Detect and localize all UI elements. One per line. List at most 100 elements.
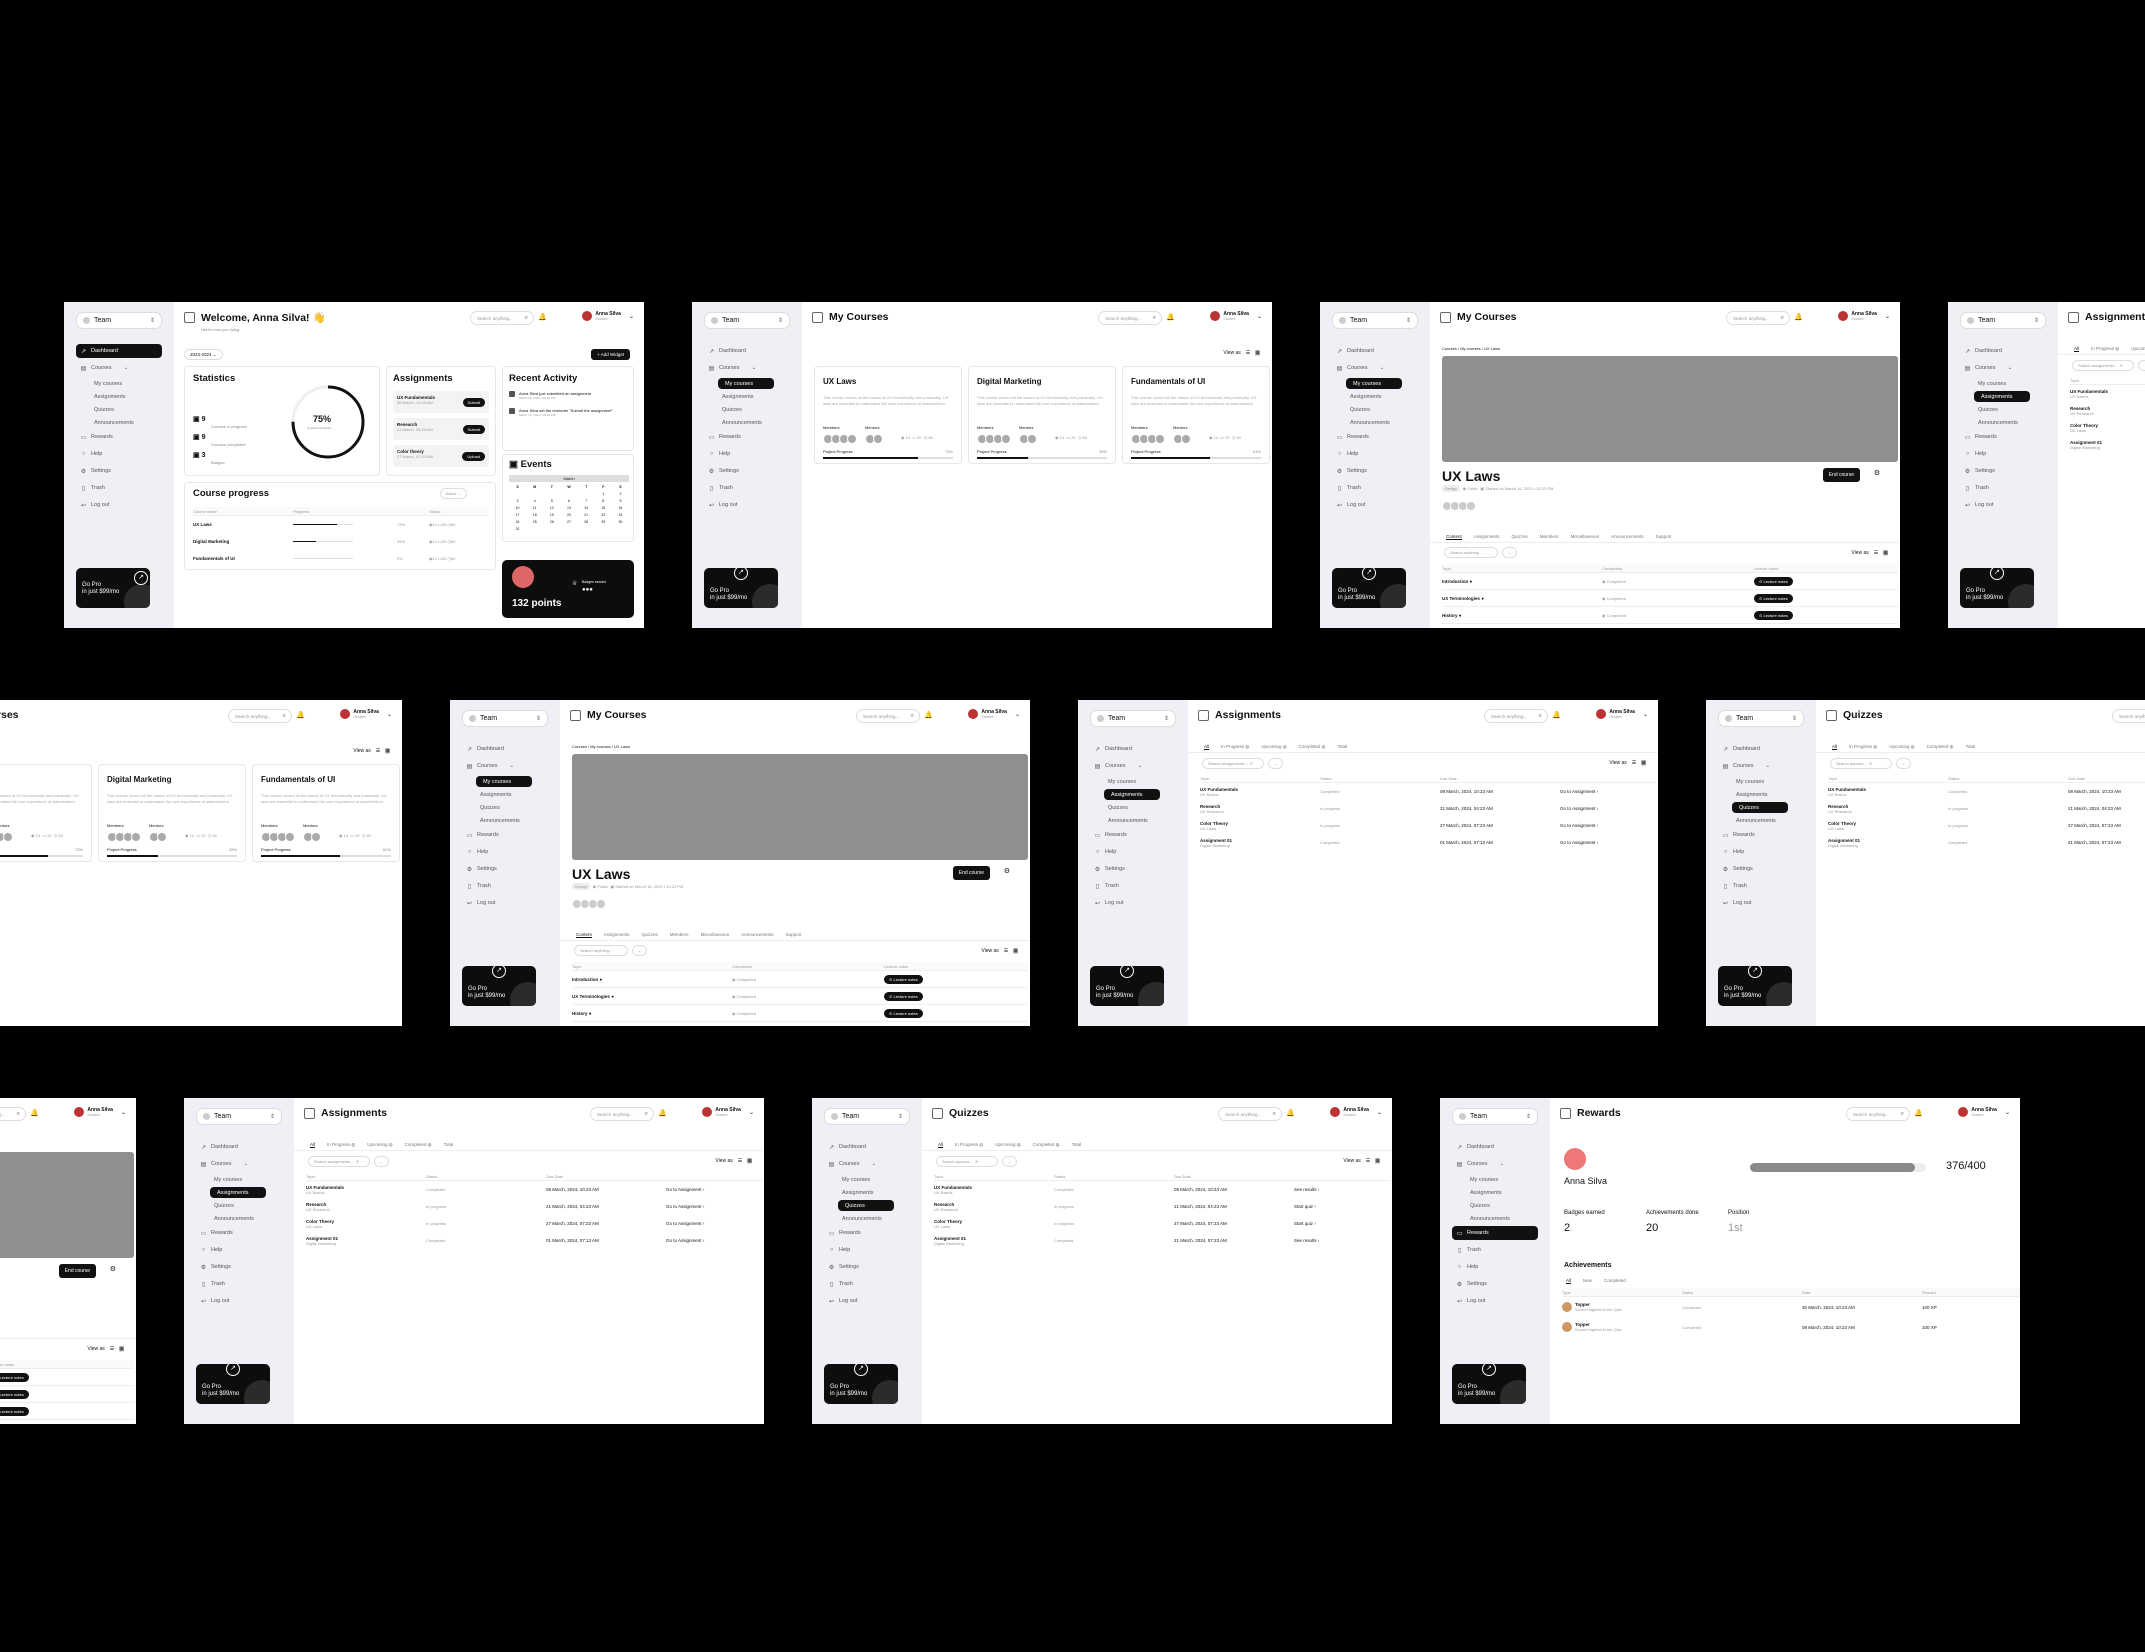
- user-menu[interactable]: Anna Silva Student ⌄: [1210, 311, 1262, 321]
- search-input[interactable]: Search anything... ⌕: [1846, 1107, 1910, 1121]
- calendar-day[interactable]: [578, 492, 595, 496]
- user-menu[interactable]: Anna Silva Student ⌄: [1330, 1107, 1382, 1117]
- tab-completed[interactable]: Completed ◍: [405, 1142, 432, 1148]
- calendar-day[interactable]: 26: [543, 520, 560, 524]
- tab-quizzes[interactable]: Quizzes: [642, 932, 658, 938]
- sidebar-item-trash[interactable]: ▯ Trash: [462, 879, 548, 893]
- bell-icon[interactable]: 🔔: [1914, 1109, 1923, 1117]
- sidebar-toggle-icon[interactable]: [304, 1107, 315, 1119]
- row-action-link[interactable]: Start quiz ›: [1294, 1204, 1316, 1209]
- tab-total[interactable]: Total: [1338, 744, 1348, 750]
- sidebar-item-quizzes[interactable]: Quizzes: [1090, 802, 1176, 813]
- sidebar-item-rewards[interactable]: ▭ Rewards: [1718, 828, 1804, 842]
- grid-view-icon[interactable]: ▦: [1375, 1158, 1380, 1164]
- sidebar-item-my-courses[interactable]: My courses: [76, 378, 162, 389]
- team-switcher[interactable]: Team ⇕: [76, 312, 162, 329]
- sidebar-item-help[interactable]: ○ Help: [704, 447, 790, 461]
- course-card[interactable]: Digital Marketing This course covers all …: [98, 764, 246, 862]
- user-menu[interactable]: Anna Silva Student ⌄: [74, 1107, 126, 1117]
- sidebar-item-quizzes[interactable]: Quizzes: [1332, 404, 1418, 415]
- sidebar-item-dashboard[interactable]: ↗ Dashboard: [1452, 1140, 1538, 1154]
- sidebar-item-help[interactable]: ○ Help: [824, 1243, 910, 1257]
- assignment-item[interactable]: Research 21 March, 04:23 AM Submit: [393, 418, 489, 440]
- tab-completed[interactable]: Completed ◍: [1033, 1142, 1060, 1148]
- calendar-day[interactable]: 12: [543, 506, 560, 510]
- sidebar-item-announcements[interactable]: Announcements: [1718, 815, 1804, 826]
- calendar-day[interactable]: 28: [578, 520, 595, 524]
- sidebar-item-trash[interactable]: ▯ Trash: [1718, 879, 1804, 893]
- sidebar-item-trash[interactable]: ▯ Trash: [1960, 481, 2046, 495]
- tab-all[interactable]: All: [1832, 744, 1838, 750]
- sidebar-item-announcements[interactable]: Announcements: [462, 815, 548, 826]
- sidebar-toggle-icon[interactable]: [1560, 1107, 1571, 1119]
- calendar-day[interactable]: [560, 492, 577, 496]
- sidebar-item-my-courses[interactable]: My courses: [1718, 776, 1804, 787]
- sidebar-item-my-courses[interactable]: My courses: [824, 1174, 910, 1185]
- lecture-notes-button[interactable]: ⊙ Lecture notes: [0, 1406, 29, 1416]
- calendar-day[interactable]: 29: [595, 520, 612, 524]
- sidebar-item-help[interactable]: ○ Help: [462, 845, 548, 859]
- row-action-link[interactable]: Go to Assignment ›: [666, 1221, 704, 1226]
- tab-upcoming[interactable]: Upcoming ◍: [1261, 744, 1286, 750]
- row-action-link[interactable]: Go to Assignment ›: [666, 1238, 704, 1243]
- sidebar-item-settings[interactable]: ⚙ Settings: [1452, 1277, 1538, 1291]
- sidebar-item-assignments[interactable]: Assignments: [1452, 1187, 1538, 1198]
- calendar-day[interactable]: 8: [595, 499, 612, 503]
- sidebar-item-assignments[interactable]: Assignments: [824, 1187, 910, 1198]
- calendar-day[interactable]: 15: [595, 506, 612, 510]
- bell-icon[interactable]: 🔔: [1794, 313, 1803, 321]
- tab-all[interactable]: All: [1566, 1278, 1572, 1284]
- grid-view-icon[interactable]: ▦: [1255, 350, 1260, 356]
- sidebar-item-quizzes[interactable]: Quizzes: [76, 404, 162, 415]
- row-action-link[interactable]: See results ›: [1294, 1238, 1319, 1243]
- content-search-input[interactable]: Search anything...: [1444, 547, 1498, 558]
- sidebar-item-help[interactable]: ○ Help: [1718, 845, 1804, 859]
- end-course-button[interactable]: End course: [1822, 468, 1860, 482]
- grid-view-icon[interactable]: ▦: [747, 1158, 752, 1164]
- course-filter-select[interactable]: Active ⌄: [439, 488, 467, 499]
- assignment-action-button[interactable]: Submit: [462, 398, 485, 407]
- filter-button[interactable]: ⌄: [1268, 758, 1284, 769]
- row-action-link[interactable]: Go to Assignment ›: [1560, 806, 1598, 811]
- tab-support[interactable]: Support: [1656, 534, 1672, 540]
- sidebar-item-assignments[interactable]: Assignments: [704, 391, 790, 402]
- team-switcher[interactable]: Team ⇕: [1452, 1108, 1538, 1125]
- sidebar-item-rewards[interactable]: ▭ Rewards: [196, 1226, 282, 1240]
- go-pro-card[interactable]: ↗ Go Pro in just $99/mo: [1718, 966, 1792, 1006]
- tab-completed[interactable]: Completed ◍: [1927, 744, 1954, 750]
- calendar-day[interactable]: 1: [595, 492, 612, 496]
- go-pro-card[interactable]: ↗ Go Pro in just $99/mo: [462, 966, 536, 1006]
- list-view-icon[interactable]: ☰: [1004, 948, 1008, 954]
- search-input[interactable]: Search anything... ⌕: [1218, 1107, 1282, 1121]
- user-menu[interactable]: Anna Silva Student ⌄: [1958, 1107, 2010, 1117]
- user-menu[interactable]: Anna Silva Student ⌄: [1838, 311, 1890, 321]
- tab-upcoming[interactable]: Upcoming ◍: [995, 1142, 1020, 1148]
- list-view-icon[interactable]: ☰: [1632, 760, 1636, 766]
- user-menu[interactable]: Anna Silva Student ⌄: [582, 311, 634, 321]
- list-view-icon[interactable]: ☰: [110, 1346, 114, 1352]
- tab-in-progress[interactable]: In Progress ◍: [2091, 346, 2119, 352]
- go-pro-card[interactable]: ↗ Go Pro in just $99/mo: [76, 568, 150, 608]
- assignment-action-button[interactable]: Submit: [462, 425, 485, 434]
- tab-content[interactable]: Content: [576, 932, 592, 938]
- sidebar-item-logout[interactable]: ↩ Log out: [704, 498, 790, 512]
- sidebar-item-quizzes[interactable]: Quizzes: [838, 1200, 894, 1211]
- grid-view-icon[interactable]: ▦: [385, 748, 390, 754]
- calendar-day[interactable]: [543, 492, 560, 496]
- sidebar-item-my-courses[interactable]: My courses: [476, 776, 532, 787]
- list-view-icon[interactable]: ☰: [1874, 550, 1878, 556]
- sidebar-toggle-icon[interactable]: [2068, 311, 2079, 323]
- grid-view-icon[interactable]: ▦: [1013, 948, 1018, 954]
- sidebar-toggle-icon[interactable]: [1440, 311, 1451, 323]
- sidebar-toggle-icon[interactable]: [570, 709, 581, 721]
- calendar-day[interactable]: 27: [560, 520, 577, 524]
- go-pro-card[interactable]: ↗ Go Pro in just $99/mo: [196, 1364, 270, 1404]
- sidebar-item-announcements[interactable]: Announcements: [1332, 417, 1418, 428]
- sidebar-item-rewards[interactable]: ▭ Rewards: [462, 828, 548, 842]
- sidebar-toggle-icon[interactable]: [184, 312, 195, 323]
- team-switcher[interactable]: Team ⇕: [1960, 312, 2046, 329]
- go-pro-card[interactable]: ↗ Go Pro in just $99/mo: [704, 568, 778, 608]
- user-menu[interactable]: Anna Silva Student ⌄: [702, 1107, 754, 1117]
- bell-icon[interactable]: 🔔: [296, 711, 305, 719]
- list-view-icon[interactable]: ☰: [738, 1158, 742, 1164]
